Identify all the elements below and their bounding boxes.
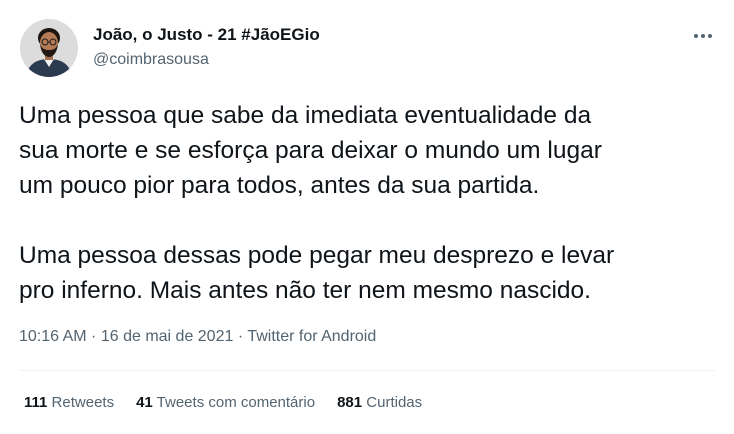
tweet-card: João, o Justo - 21 #JãoEGio @coimbrasous… xyxy=(0,0,734,434)
tweet-stats: 111 Retweets 41 Tweets com comentário 88… xyxy=(24,393,422,413)
quote-tweets-count: 41 xyxy=(136,394,153,411)
more-options-button[interactable] xyxy=(690,22,716,48)
quote-tweets-label: Tweets com comentário xyxy=(156,394,316,411)
tweet-time[interactable]: 10:16 AM xyxy=(19,328,87,345)
retweets-label: Retweets xyxy=(51,394,115,411)
likes-count: 881 xyxy=(337,394,363,411)
meta-separator: · xyxy=(86,328,101,345)
more-horizontal-icon xyxy=(693,26,713,44)
divider xyxy=(19,370,715,371)
author-name[interactable]: João, o Justo - 21 #JãoEGio xyxy=(93,24,320,46)
likes-stat[interactable]: 881 Curtidas xyxy=(337,393,422,413)
retweets-stat[interactable]: 111 Retweets xyxy=(24,393,114,413)
avatar[interactable] xyxy=(20,19,78,77)
likes-label: Curtidas xyxy=(366,394,423,411)
author-handle[interactable]: @coimbrasousa xyxy=(93,49,209,71)
tweet-date[interactable]: 16 de mai de 2021 xyxy=(101,328,234,345)
retweets-count: 111 xyxy=(24,394,48,411)
meta-separator: · xyxy=(233,328,248,345)
quote-tweets-stat[interactable]: 41 Tweets com comentário xyxy=(136,393,315,413)
tweet-text: Uma pessoa que sabe da imediata eventual… xyxy=(19,102,615,304)
tweet-metadata: 10:16 AM · 16 de mai de 2021 · Twitter f… xyxy=(19,326,376,348)
tweet-source[interactable]: Twitter for Android xyxy=(247,328,376,345)
